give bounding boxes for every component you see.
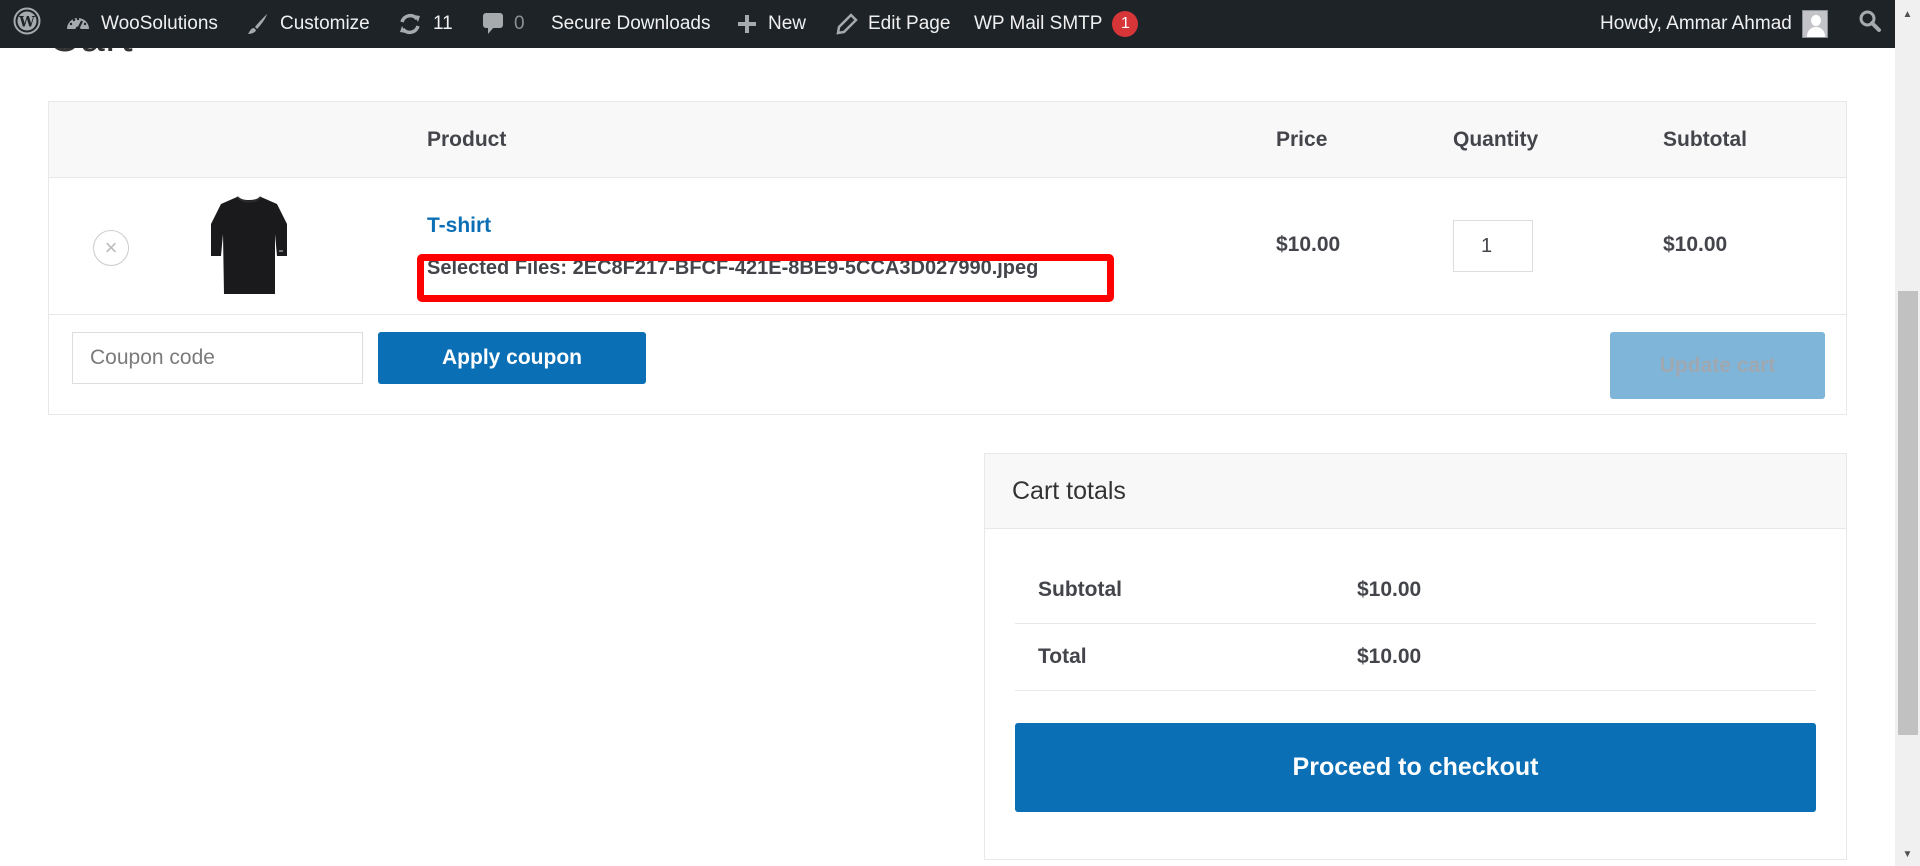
- admin-bar: W WooSolutions Customize 11 0 Secure Dow…: [0, 0, 1895, 48]
- product-thumbnail[interactable]: [207, 194, 291, 296]
- cart-table: Product Price Quantity Subtotal × T-shir…: [48, 101, 1847, 415]
- scroll-up-arrow-icon[interactable]: ▲: [1895, 4, 1920, 24]
- totals-row-total: Total $10.00: [1015, 624, 1816, 691]
- header-subtotal: Subtotal: [1663, 128, 1747, 151]
- customize-label: Customize: [280, 13, 370, 34]
- wp-logo-menu[interactable]: W: [13, 0, 41, 48]
- comment-bubble-icon: [482, 12, 504, 36]
- cart-totals-panel: Cart totals Subtotal $10.00 Total $10.00…: [984, 453, 1847, 860]
- svg-text:W: W: [18, 15, 35, 31]
- updates-menu[interactable]: 11: [397, 0, 453, 48]
- remove-item-button[interactable]: ×: [93, 230, 129, 266]
- item-subtotal: $10.00: [1663, 233, 1728, 256]
- cart-totals-title: Cart totals: [985, 454, 1846, 529]
- item-price: $10.00: [1276, 233, 1341, 256]
- site-name-menu[interactable]: WooSolutions: [65, 0, 218, 48]
- wp-mail-smtp-label: WP Mail SMTP: [974, 13, 1103, 34]
- new-content-menu[interactable]: New: [736, 0, 806, 48]
- coupon-code-input[interactable]: [72, 332, 363, 384]
- secure-downloads-label: Secure Downloads: [551, 13, 711, 34]
- scroll-down-arrow-icon[interactable]: ▼: [1895, 844, 1920, 864]
- dashboard-gauge-icon: [65, 11, 91, 37]
- cart-actions-row: Apply coupon Update cart: [49, 315, 1846, 415]
- selected-files-text: Selected Files: 2EC8F217-BFCF-421E-8BE9-…: [427, 257, 1039, 279]
- plus-icon: [736, 13, 758, 35]
- proceed-to-checkout-button[interactable]: Proceed to checkout: [1015, 723, 1816, 812]
- search-icon: [1858, 9, 1882, 39]
- total-label: Total: [1038, 645, 1087, 668]
- update-cart-button[interactable]: Update cart: [1610, 332, 1825, 399]
- site-name: WooSolutions: [101, 13, 218, 34]
- product-name-link[interactable]: T-shirt: [427, 214, 491, 238]
- paintbrush-icon: [246, 12, 270, 36]
- comments-menu[interactable]: 0: [482, 0, 525, 48]
- page-scrollbar[interactable]: ▲ ▼: [1895, 0, 1920, 866]
- updates-refresh-icon: [397, 11, 423, 37]
- edit-page-label: Edit Page: [868, 13, 951, 34]
- header-price: Price: [1276, 128, 1328, 151]
- edit-page-menu[interactable]: Edit Page: [836, 0, 950, 48]
- comments-count: 0: [514, 13, 525, 34]
- tshirt-image: [211, 196, 287, 294]
- total-value: $10.00: [1357, 645, 1422, 668]
- pencil-icon: [836, 13, 858, 35]
- header-product: Product: [427, 128, 507, 151]
- notification-badge: 1: [1112, 11, 1139, 37]
- new-label: New: [768, 13, 807, 34]
- wordpress-logo-icon: W: [13, 7, 41, 41]
- howdy-user-label: Howdy, Ammar Ahmad: [1600, 13, 1792, 34]
- admin-bar-search[interactable]: [1858, 0, 1882, 48]
- apply-coupon-button[interactable]: Apply coupon: [378, 332, 646, 384]
- updates-count: 11: [433, 13, 453, 34]
- subtotal-label: Subtotal: [1038, 578, 1122, 601]
- my-account-menu[interactable]: Howdy, Ammar Ahmad: [1600, 0, 1828, 48]
- close-icon: ×: [104, 235, 118, 260]
- scrollbar-thumb[interactable]: [1898, 291, 1918, 735]
- header-quantity: Quantity: [1453, 128, 1539, 151]
- subtotal-value: $10.00: [1357, 578, 1422, 601]
- quantity-input[interactable]: [1453, 220, 1533, 272]
- secure-downloads-menu[interactable]: Secure Downloads: [551, 0, 710, 48]
- totals-row-subtotal: Subtotal $10.00: [1015, 557, 1816, 624]
- wp-mail-smtp-menu[interactable]: WP Mail SMTP 1: [974, 0, 1139, 48]
- cart-item-row: × T-shirt Selected Files: 2EC8F217-BFCF-…: [49, 178, 1846, 315]
- customize-menu[interactable]: Customize: [246, 0, 370, 48]
- user-avatar-icon: [1801, 10, 1828, 38]
- cart-table-header: Product Price Quantity Subtotal: [49, 102, 1846, 178]
